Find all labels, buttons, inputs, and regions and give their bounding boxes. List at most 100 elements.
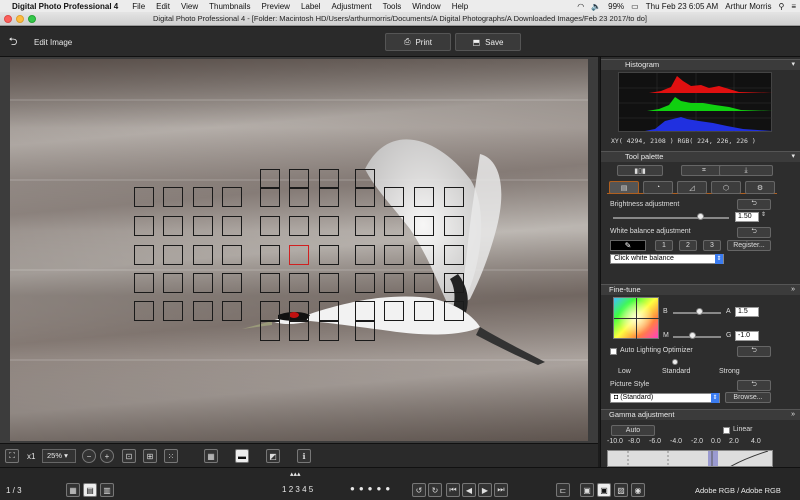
fine-tune-header[interactable]: Fine-tune» bbox=[601, 284, 800, 295]
menu-label[interactable]: Label bbox=[301, 2, 321, 11]
print-button[interactable]: ⎙ Print bbox=[385, 33, 451, 51]
compare-icon[interactable]: ◩ bbox=[266, 449, 280, 463]
rotate-right-icon[interactable]: ↻ bbox=[428, 483, 442, 497]
level-low[interactable]: Low bbox=[618, 368, 631, 375]
chevron-down-icon[interactable]: ▾ bbox=[791, 152, 795, 162]
ba-slider-knob[interactable] bbox=[696, 308, 703, 315]
menu-thumbnails[interactable]: Thumbnails bbox=[209, 2, 250, 11]
user-name[interactable]: Arthur Morris bbox=[725, 2, 771, 11]
brightness-value[interactable]: 1.50 bbox=[735, 212, 759, 222]
zoom-out-icon[interactable]: − bbox=[82, 449, 96, 463]
layout-icon-1[interactable]: ▣ bbox=[580, 483, 594, 497]
grid-tool-icon[interactable]: ⊞ bbox=[143, 449, 157, 463]
register-button[interactable]: Register... bbox=[727, 240, 771, 251]
alo-reset-icon[interactable]: ⮌ bbox=[737, 346, 771, 357]
tab-color-icon[interactable]: ⬡ bbox=[711, 181, 741, 194]
wb-preset-2[interactable]: 2 bbox=[679, 240, 697, 251]
picture-style-reset-icon[interactable]: ⮌ bbox=[737, 380, 771, 391]
chevron-down-icon[interactable]: ▾ bbox=[791, 60, 795, 70]
camera-icon[interactable]: ◉ bbox=[631, 483, 645, 497]
image-viewer[interactable] bbox=[0, 57, 598, 443]
eyedropper-icon[interactable]: ✎ bbox=[610, 240, 646, 251]
brightness-reset-icon[interactable]: ⮌ bbox=[737, 199, 771, 210]
rotate-left-icon[interactable]: ↺ bbox=[412, 483, 426, 497]
wifi-icon[interactable]: ◠ bbox=[577, 2, 584, 11]
first-image-icon[interactable]: ⏮ bbox=[446, 483, 460, 497]
menu-adjustment[interactable]: Adjustment bbox=[332, 2, 372, 11]
histogram-header[interactable]: Histogram ▾ bbox=[601, 59, 800, 70]
rating-2[interactable]: 2 bbox=[289, 485, 293, 494]
battery-icon[interactable]: ▭ bbox=[631, 2, 639, 11]
prev-image-icon[interactable]: ◀ bbox=[462, 483, 476, 497]
volume-icon[interactable]: 🔈 bbox=[591, 2, 601, 11]
af-points-icon[interactable]: ⁙ bbox=[164, 449, 178, 463]
menu-help[interactable]: Help bbox=[452, 2, 468, 11]
layout-icon-2[interactable]: ▣ bbox=[597, 483, 611, 497]
star-rating[interactable]: 1 2 3 4 5 bbox=[282, 485, 313, 494]
gamma-graph[interactable] bbox=[607, 450, 773, 467]
level-strong[interactable]: Strong bbox=[719, 368, 740, 375]
menu-window[interactable]: Window bbox=[412, 2, 440, 11]
gamma-header[interactable]: Gamma adjustment» bbox=[601, 409, 800, 420]
tab-settings-icon[interactable]: ⚙ bbox=[745, 181, 775, 194]
single-view-icon[interactable]: ▤ bbox=[83, 483, 97, 497]
menu-preview[interactable]: Preview bbox=[262, 2, 290, 11]
zoom-window-button[interactable] bbox=[28, 15, 36, 23]
level-standard[interactable]: Standard bbox=[662, 368, 690, 375]
panel-toggle-icon[interactable]: ⊏ bbox=[556, 483, 570, 497]
image-icon[interactable]: ▨ bbox=[614, 483, 628, 497]
preview-image[interactable] bbox=[10, 59, 588, 441]
zoom-1x-button[interactable]: x1 bbox=[27, 452, 35, 461]
flip-tool-icon[interactable]: ▮▯▮ bbox=[617, 165, 663, 176]
stepper-icon[interactable]: ⇕ bbox=[761, 211, 766, 218]
mg-slider-knob[interactable] bbox=[689, 332, 696, 339]
highlight-warning-icon[interactable]: ▬ bbox=[235, 449, 249, 463]
menu-file[interactable]: File bbox=[132, 2, 145, 11]
wb-reset-icon[interactable]: ⮌ bbox=[737, 227, 771, 238]
menu-tools[interactable]: Tools bbox=[383, 2, 402, 11]
info-icon[interactable]: ℹ bbox=[297, 449, 311, 463]
battery-percent[interactable]: 99% bbox=[608, 2, 624, 11]
brightness-slider[interactable] bbox=[613, 217, 729, 219]
chevron-double-icon[interactable]: » bbox=[791, 410, 795, 420]
a-value[interactable]: 1.5 bbox=[735, 307, 759, 317]
gamma-auto-button[interactable]: Auto bbox=[611, 425, 655, 436]
g-value[interactable]: -1.0 bbox=[735, 331, 759, 341]
rating-4[interactable]: 4 bbox=[302, 485, 306, 494]
tool-palette-header[interactable]: Tool palette ▾ bbox=[601, 151, 800, 162]
linear-checkbox[interactable] bbox=[723, 427, 730, 434]
back-icon[interactable]: ⮌ bbox=[4, 33, 22, 51]
white-balance-select[interactable]: Click white balance ⇕ bbox=[610, 254, 724, 264]
rating-3[interactable]: 3 bbox=[295, 485, 299, 494]
color-wheel[interactable] bbox=[613, 297, 660, 340]
minimize-window-button[interactable] bbox=[16, 15, 24, 23]
rating-5[interactable]: 5 bbox=[309, 485, 313, 494]
grid-overlay-icon[interactable]: ▦ bbox=[204, 449, 218, 463]
wb-preset-3[interactable]: 3 bbox=[703, 240, 721, 251]
crop-tool-icon[interactable]: ⊡ bbox=[122, 449, 136, 463]
alo-level-knob[interactable] bbox=[672, 359, 678, 365]
menu-app-name[interactable]: Digital Photo Professional 4 bbox=[12, 2, 118, 11]
save-button[interactable]: ⬒ Save bbox=[455, 33, 521, 51]
wb-preset-1[interactable]: 1 bbox=[655, 240, 673, 251]
filmstrip-view-icon[interactable]: ▥ bbox=[100, 483, 114, 497]
rating-1[interactable]: 1 bbox=[282, 485, 286, 494]
last-image-icon[interactable]: ⏭ bbox=[494, 483, 508, 497]
picture-style-select[interactable]: ◘ (Standard) ⇕ bbox=[610, 393, 720, 403]
export-icon[interactable]: ⤓ bbox=[719, 165, 773, 176]
thumbnail-view-icon[interactable]: ▦ bbox=[66, 483, 80, 497]
tab-curve-icon[interactable]: ◿ bbox=[677, 181, 707, 194]
menu-edit[interactable]: Edit bbox=[156, 2, 170, 11]
label-dots[interactable]: ●●●●● bbox=[350, 484, 394, 493]
tab-tone-icon[interactable]: ◔ bbox=[643, 181, 673, 194]
auto-lighting-checkbox[interactable] bbox=[610, 348, 617, 355]
mg-slider[interactable] bbox=[673, 336, 721, 338]
clock[interactable]: Thu Feb 23 6:05 AM bbox=[646, 2, 719, 11]
next-image-icon[interactable]: ▶ bbox=[478, 483, 492, 497]
list-icon[interactable]: ≡ bbox=[791, 2, 796, 11]
menu-view[interactable]: View bbox=[181, 2, 198, 11]
zoom-select[interactable]: 25% ▾ bbox=[42, 449, 76, 463]
browse-button[interactable]: Browse... bbox=[725, 392, 771, 403]
zoom-in-icon[interactable]: + bbox=[100, 449, 114, 463]
search-icon[interactable]: ⚲ bbox=[778, 2, 784, 11]
